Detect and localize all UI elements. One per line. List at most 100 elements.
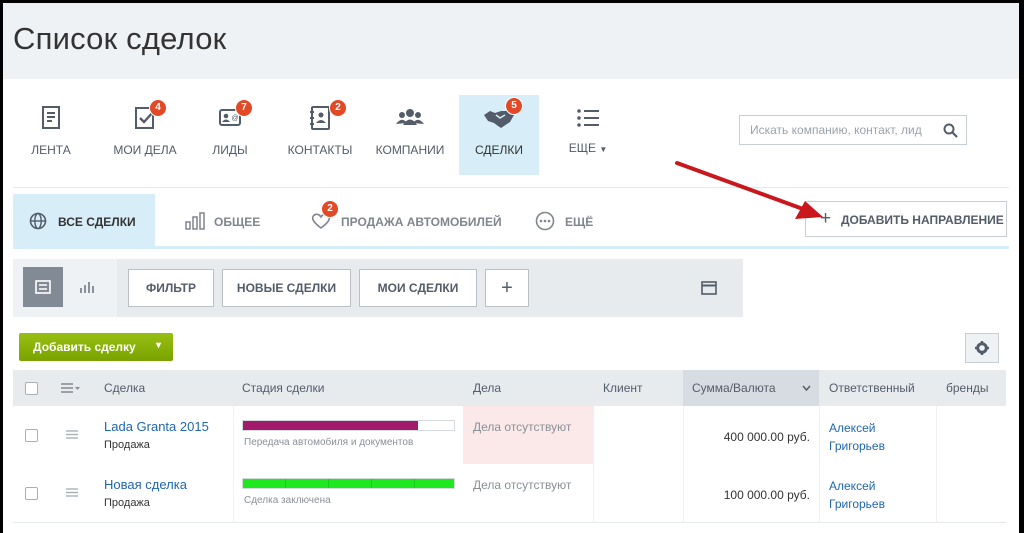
column-header-brands[interactable]: бренды: [946, 370, 988, 406]
page-header: Список сделок: [3, 3, 1019, 79]
nav-label: ЛЕНТА: [31, 143, 71, 157]
nav-label: КОНТАКТЫ: [287, 143, 353, 157]
tab-car-sales[interactable]: 2 ПРОДАЖА АВТОМОБИЛЕЙ: [301, 194, 502, 246]
responsible-first-name: Алексей: [829, 479, 876, 493]
page-title: Список сделок: [13, 21, 227, 56]
row-checkbox[interactable]: [25, 429, 38, 442]
gear-icon: [975, 341, 989, 355]
chart-view-button[interactable]: [67, 267, 107, 307]
cell-divider: [593, 464, 594, 522]
stage-progress-fill: [243, 421, 419, 430]
deal-sum: 400 000.00 руб.: [723, 430, 810, 444]
chevron-down-icon[interactable]: ▾: [156, 340, 161, 351]
column-header-responsible[interactable]: Ответственный: [829, 370, 915, 406]
svg-text:@: @: [232, 115, 239, 122]
select-all-checkbox[interactable]: [25, 382, 38, 395]
column-menu-icon[interactable]: [61, 383, 81, 393]
add-filter-button[interactable]: +: [485, 269, 529, 307]
filter-bar: ФИЛЬТР НОВЫЕ СДЕЛКИ МОИ СДЕЛКИ +: [13, 259, 743, 317]
deal-name-link[interactable]: Lada Granta 2015: [104, 419, 209, 434]
cell-divider: [819, 464, 820, 522]
row-checkbox[interactable]: [25, 487, 38, 500]
crm-window: Список сделок ЛЕНТА 4 МОИ ДЕЛА @ 7 ЛИДЫ …: [3, 3, 1019, 533]
tab-all-deals[interactable]: ВСЕ СДЕЛКИ: [13, 194, 155, 246]
column-header-client[interactable]: Клиент: [603, 370, 643, 406]
responsible-last-name: Григорьев: [829, 497, 885, 511]
chart-view-icon: [80, 282, 94, 293]
cell-divider: [936, 406, 937, 464]
column-header-sum-label: Сумма/Валюта: [692, 381, 776, 395]
tasks-status: Дела отсутствуют: [473, 478, 572, 492]
nav-item-feed[interactable]: ЛЕНТА: [19, 95, 83, 175]
cell-divider: [233, 406, 234, 464]
add-deal-button[interactable]: Добавить сделку ▾: [19, 333, 173, 361]
deal-direction: Продажа: [104, 497, 150, 509]
badge: 2: [321, 200, 339, 218]
cell-divider: [936, 464, 937, 522]
nav-item-deals[interactable]: 5 СДЕЛКИ: [459, 95, 539, 175]
nav-item-contacts[interactable]: 2 КОНТАКТЫ: [285, 95, 355, 175]
tasks-status: Дела отсутствуют: [473, 420, 572, 434]
bar-chart-icon: [185, 212, 205, 230]
stage-progress-fill: [243, 479, 454, 488]
feed-icon: [42, 106, 60, 129]
new-deals-button[interactable]: НОВЫЕ СДЕЛКИ: [222, 269, 351, 307]
responsible-link[interactable]: Алексей Григорьев: [829, 419, 885, 455]
responsible-last-name: Григорьев: [829, 439, 885, 453]
nav-label-more: ЕЩЕ ▼: [561, 141, 615, 155]
column-header-sum[interactable]: Сумма/Валюта: [683, 370, 819, 406]
globe-icon: [29, 212, 47, 230]
table-row[interactable]: Новая сделка Продажа Сделка заключена Де…: [13, 464, 1006, 523]
tab-label: ПРОДАЖА АВТОМОБИЛЕЙ: [341, 215, 502, 229]
stage-label: Передача автомобиля и документов: [244, 437, 414, 448]
nav-item-companies[interactable]: КОМПАНИИ: [371, 95, 449, 175]
badge: 4: [149, 99, 167, 117]
divider: [13, 187, 1009, 188]
stage-progress-bar[interactable]: [242, 420, 455, 431]
nav-item-more[interactable]: ЕЩЕ ▼: [561, 95, 615, 175]
row-menu-icon[interactable]: [66, 430, 78, 439]
add-deal-label: Добавить сделку: [33, 340, 136, 354]
responsible-link[interactable]: Алексей Григорьев: [829, 477, 885, 513]
more-icon: [535, 211, 555, 231]
nav-item-my-tasks[interactable]: 4 МОИ ДЕЛА: [105, 95, 185, 175]
nav-item-leads[interactable]: @ 7 ЛИДЫ: [199, 95, 261, 175]
table-row[interactable]: Lada Granta 2015 Продажа Передача автомо…: [13, 406, 1006, 465]
sort-desc-icon: [802, 385, 811, 391]
tab-underline: [13, 246, 1009, 249]
list-view-icon: [35, 280, 51, 294]
list-view-button[interactable]: [23, 267, 63, 307]
companies-icon: [396, 109, 424, 125]
search-box[interactable]: [739, 115, 967, 145]
nav-label: МОИ ДЕЛА: [113, 143, 177, 157]
row-menu-icon[interactable]: [66, 488, 78, 497]
stage-progress-bar[interactable]: [242, 478, 455, 489]
nav-label: ЛИДЫ: [212, 143, 248, 157]
cell-divider: [593, 406, 594, 464]
search-input[interactable]: [748, 122, 942, 138]
badge: 7: [235, 99, 253, 117]
tasks-cell: Дела отсутствуют: [463, 464, 593, 522]
search-icon[interactable]: [943, 123, 958, 138]
tasks-cell: Дела отсутствуют: [463, 406, 593, 464]
cell-divider: [233, 464, 234, 522]
deal-sum: 100 000.00 руб.: [723, 488, 810, 502]
list-icon: [577, 109, 599, 127]
window-icon[interactable]: [701, 281, 717, 295]
badge: 2: [329, 99, 347, 117]
tab-general[interactable]: ОБЩЕЕ: [173, 194, 273, 246]
chevron-down-icon: ▼: [599, 145, 608, 154]
annotation-arrow: [675, 161, 823, 219]
cell-divider: [819, 406, 820, 464]
column-header-tasks[interactable]: Дела: [473, 370, 501, 406]
deal-name-link[interactable]: Новая сделка: [104, 477, 187, 492]
column-header-stage[interactable]: Стадия сделки: [242, 370, 324, 406]
filter-button[interactable]: ФИЛЬТР: [128, 269, 214, 307]
settings-button[interactable]: [965, 333, 999, 363]
nav-label: СДЕЛКИ: [474, 143, 524, 157]
tab-more[interactable]: ЕЩЁ: [523, 194, 603, 246]
tab-label: ЕЩЁ: [565, 215, 594, 229]
add-direction-label: ДОБАВИТЬ НАПРАВЛЕНИЕ: [841, 213, 1004, 227]
my-deals-button[interactable]: МОИ СДЕЛКИ: [359, 269, 477, 307]
column-header-deal[interactable]: Сделка: [104, 370, 145, 406]
